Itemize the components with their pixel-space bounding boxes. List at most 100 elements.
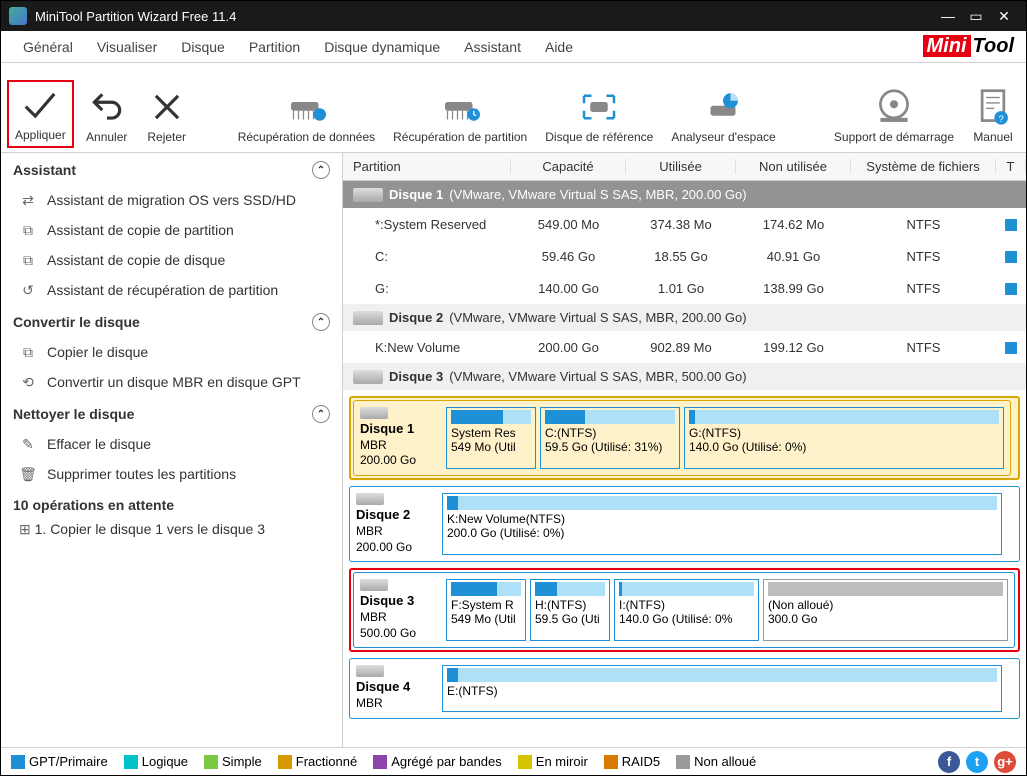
twitter-icon[interactable]: t <box>966 751 988 773</box>
title-bar: MiniTool Partition Wizard Free 11.4 — ▭ … <box>1 1 1026 31</box>
bootable-media-button[interactable]: Support de démarrage <box>828 84 960 148</box>
panel-action-item[interactable]: ⧉Assistant de copie de partition <box>1 215 342 245</box>
close-button[interactable]: ✕ <box>990 8 1018 25</box>
legend-bar: GPT/PrimaireLogiqueSimpleFractionnéAgrég… <box>1 747 1026 775</box>
disk-map[interactable]: Disque 4MBR E:(NTFS) <box>349 658 1020 718</box>
menu-general[interactable]: Général <box>11 35 85 59</box>
menu-dynamic-disk[interactable]: Disque dynamique <box>312 35 452 59</box>
disk-benchmark-button[interactable]: Disque de référence <box>539 84 659 148</box>
discard-button[interactable]: Rejeter <box>140 84 194 148</box>
main-panel: Partition Capacité Utilisée Non utilisée… <box>343 153 1026 748</box>
disk-map-partition[interactable]: H:(NTFS)59.5 Go (Uti <box>530 579 610 641</box>
disk-map-partition[interactable]: I:(NTFS)140.0 Go (Utilisé: 0% <box>614 579 759 641</box>
menu-disk[interactable]: Disque <box>169 35 237 59</box>
disk-map-partition[interactable]: K:New Volume(NTFS)200.0 Go (Utilisé: 0%) <box>442 493 1002 555</box>
apply-button[interactable]: Appliquer <box>7 80 74 148</box>
menu-bar: Général Visualiser Disque Partition Disq… <box>1 31 1026 63</box>
hdd-icon <box>353 311 383 325</box>
disk-map-info: Disque 3MBR500.00 Go <box>360 579 440 641</box>
googleplus-icon[interactable]: g+ <box>994 751 1016 773</box>
hdd-icon <box>353 370 383 384</box>
partition-row[interactable]: C: 59.46 Go 18.55 Go 40.91 Go NTFS <box>343 240 1026 272</box>
disk-map[interactable]: Disque 2MBR200.00 Go K:New Volume(NTFS)2… <box>349 486 1020 562</box>
panel-section-head[interactable]: Convertir le disque⌃ <box>1 305 342 337</box>
legend-item: Non alloué <box>676 754 756 769</box>
facebook-icon[interactable]: f <box>938 751 960 773</box>
trash-icon: 🗑 <box>19 465 37 483</box>
panel-action-item[interactable]: ⇄Assistant de migration OS vers SSD/HD <box>1 185 342 215</box>
menu-help[interactable]: Aide <box>533 35 585 59</box>
disk-map-area: Disque 1MBR200.00 Go System Res549 Mo (U… <box>343 390 1026 725</box>
manual-button[interactable]: ? Manuel <box>966 84 1020 148</box>
partition-grid-body: Disque 1 (VMware, VMware Virtual S SAS, … <box>343 181 1026 390</box>
type-swatch <box>1005 251 1017 263</box>
disk-map-partition[interactable]: E:(NTFS) <box>442 665 1002 711</box>
col-filesystem[interactable]: Système de fichiers <box>851 159 996 174</box>
hdd-icon <box>356 665 384 677</box>
partition-row[interactable]: K:New Volume 200.00 Go 902.89 Mo 199.12 … <box>343 331 1026 363</box>
copy-part-icon: ⧉ <box>19 221 37 239</box>
partition-row[interactable]: *:System Reserved 549.00 Mo 374.38 Mo 17… <box>343 208 1026 240</box>
panel-action-item[interactable]: ⧉Copier le disque <box>1 337 342 367</box>
menu-partition[interactable]: Partition <box>237 35 312 59</box>
panel-section-head[interactable]: Assistant⌃ <box>1 153 342 185</box>
col-capacity[interactable]: Capacité <box>511 159 626 174</box>
legend-swatch <box>278 755 292 769</box>
copy-disk-icon: ⧉ <box>19 251 37 269</box>
disk-map-partition[interactable]: (Non alloué)300.0 Go <box>763 579 1008 641</box>
partition-recovery-button[interactable]: Récupération de partition <box>387 84 533 148</box>
col-partition[interactable]: Partition <box>343 159 511 174</box>
panel-action-item[interactable]: ⟲Convertir un disque MBR en disque GPT <box>1 367 342 397</box>
data-recovery-button[interactable]: Récupération de données <box>232 84 381 148</box>
disk-map-partition[interactable]: C:(NTFS)59.5 Go (Utilisé: 31%) <box>540 407 680 469</box>
panel-action-item[interactable]: 🗑Supprimer toutes les partitions <box>1 459 342 489</box>
legend-item: Fractionné <box>278 754 357 769</box>
legend-swatch <box>204 755 218 769</box>
pending-op-item[interactable]: 1. Copier le disque 1 vers le disque 3 <box>1 517 342 542</box>
svg-text:?: ? <box>998 114 1003 125</box>
disk-header-row[interactable]: Disque 2 (VMware, VMware Virtual S SAS, … <box>343 304 1026 331</box>
disk-header-row[interactable]: Disque 1 (VMware, VMware Virtual S SAS, … <box>343 181 1026 208</box>
col-used[interactable]: Utilisée <box>626 159 736 174</box>
left-panel: Assistant⌃⇄Assistant de migration OS ver… <box>1 153 343 748</box>
disk-map[interactable]: Disque 3MBR500.00 Go F:System R549 Mo (U… <box>353 572 1015 648</box>
panel-section-head[interactable]: Nettoyer le disque⌃ <box>1 397 342 429</box>
hdd-icon <box>356 493 384 505</box>
window-title: MiniTool Partition Wizard Free 11.4 <box>35 9 236 24</box>
toolbar: Appliquer Annuler Rejeter Récupération d… <box>1 63 1026 153</box>
disk-map-highlight: Disque 1MBR200.00 Go System Res549 Mo (U… <box>349 396 1020 480</box>
chevron-up-icon: ⌃ <box>312 161 330 179</box>
disk-map-partition[interactable]: F:System R549 Mo (Util <box>446 579 526 641</box>
pie-drive-icon <box>703 88 743 126</box>
disk-map-partition[interactable]: G:(NTFS)140.0 Go (Utilisé: 0%) <box>684 407 1004 469</box>
panel-action-item[interactable]: ↺Assistant de récupération de partition <box>1 275 342 305</box>
disc-icon <box>874 88 914 126</box>
disk-header-row[interactable]: Disque 3 (VMware, VMware Virtual S SAS, … <box>343 363 1026 390</box>
brand-logo: MiniTool <box>923 35 1016 58</box>
type-swatch <box>1005 342 1017 354</box>
chevron-up-icon: ⌃ <box>312 313 330 331</box>
maximize-button[interactable]: ▭ <box>962 8 990 25</box>
panel-action-item[interactable]: ⧉Assistant de copie de disque <box>1 245 342 275</box>
disk-map-info: Disque 1MBR200.00 Go <box>360 407 440 469</box>
undo-button[interactable]: Annuler <box>80 84 134 148</box>
col-type[interactable]: T <box>996 159 1026 174</box>
recover-icon: ↺ <box>19 281 37 299</box>
space-analyzer-button[interactable]: Analyseur d'espace <box>665 84 781 148</box>
legend-swatch <box>11 755 25 769</box>
hdd-icon <box>353 188 383 202</box>
erase-icon: ✎ <box>19 435 37 453</box>
disk-map-partition[interactable]: System Res549 Mo (Util <box>446 407 536 469</box>
disk-map[interactable]: Disque 1MBR200.00 Go System Res549 Mo (U… <box>353 400 1011 476</box>
col-unused[interactable]: Non utilisée <box>736 159 851 174</box>
panel-action-item[interactable]: ✎Effacer le disque <box>1 429 342 459</box>
legend-swatch <box>604 755 618 769</box>
app-icon <box>9 7 27 25</box>
partition-row[interactable]: G: 140.00 Go 1.01 Go 138.99 Go NTFS <box>343 272 1026 304</box>
legend-item: En miroir <box>518 754 588 769</box>
minimize-button[interactable]: — <box>934 8 962 24</box>
close-icon <box>147 88 187 126</box>
type-swatch <box>1005 283 1017 295</box>
menu-assistant[interactable]: Assistant <box>452 35 533 59</box>
menu-view[interactable]: Visualiser <box>85 35 169 59</box>
